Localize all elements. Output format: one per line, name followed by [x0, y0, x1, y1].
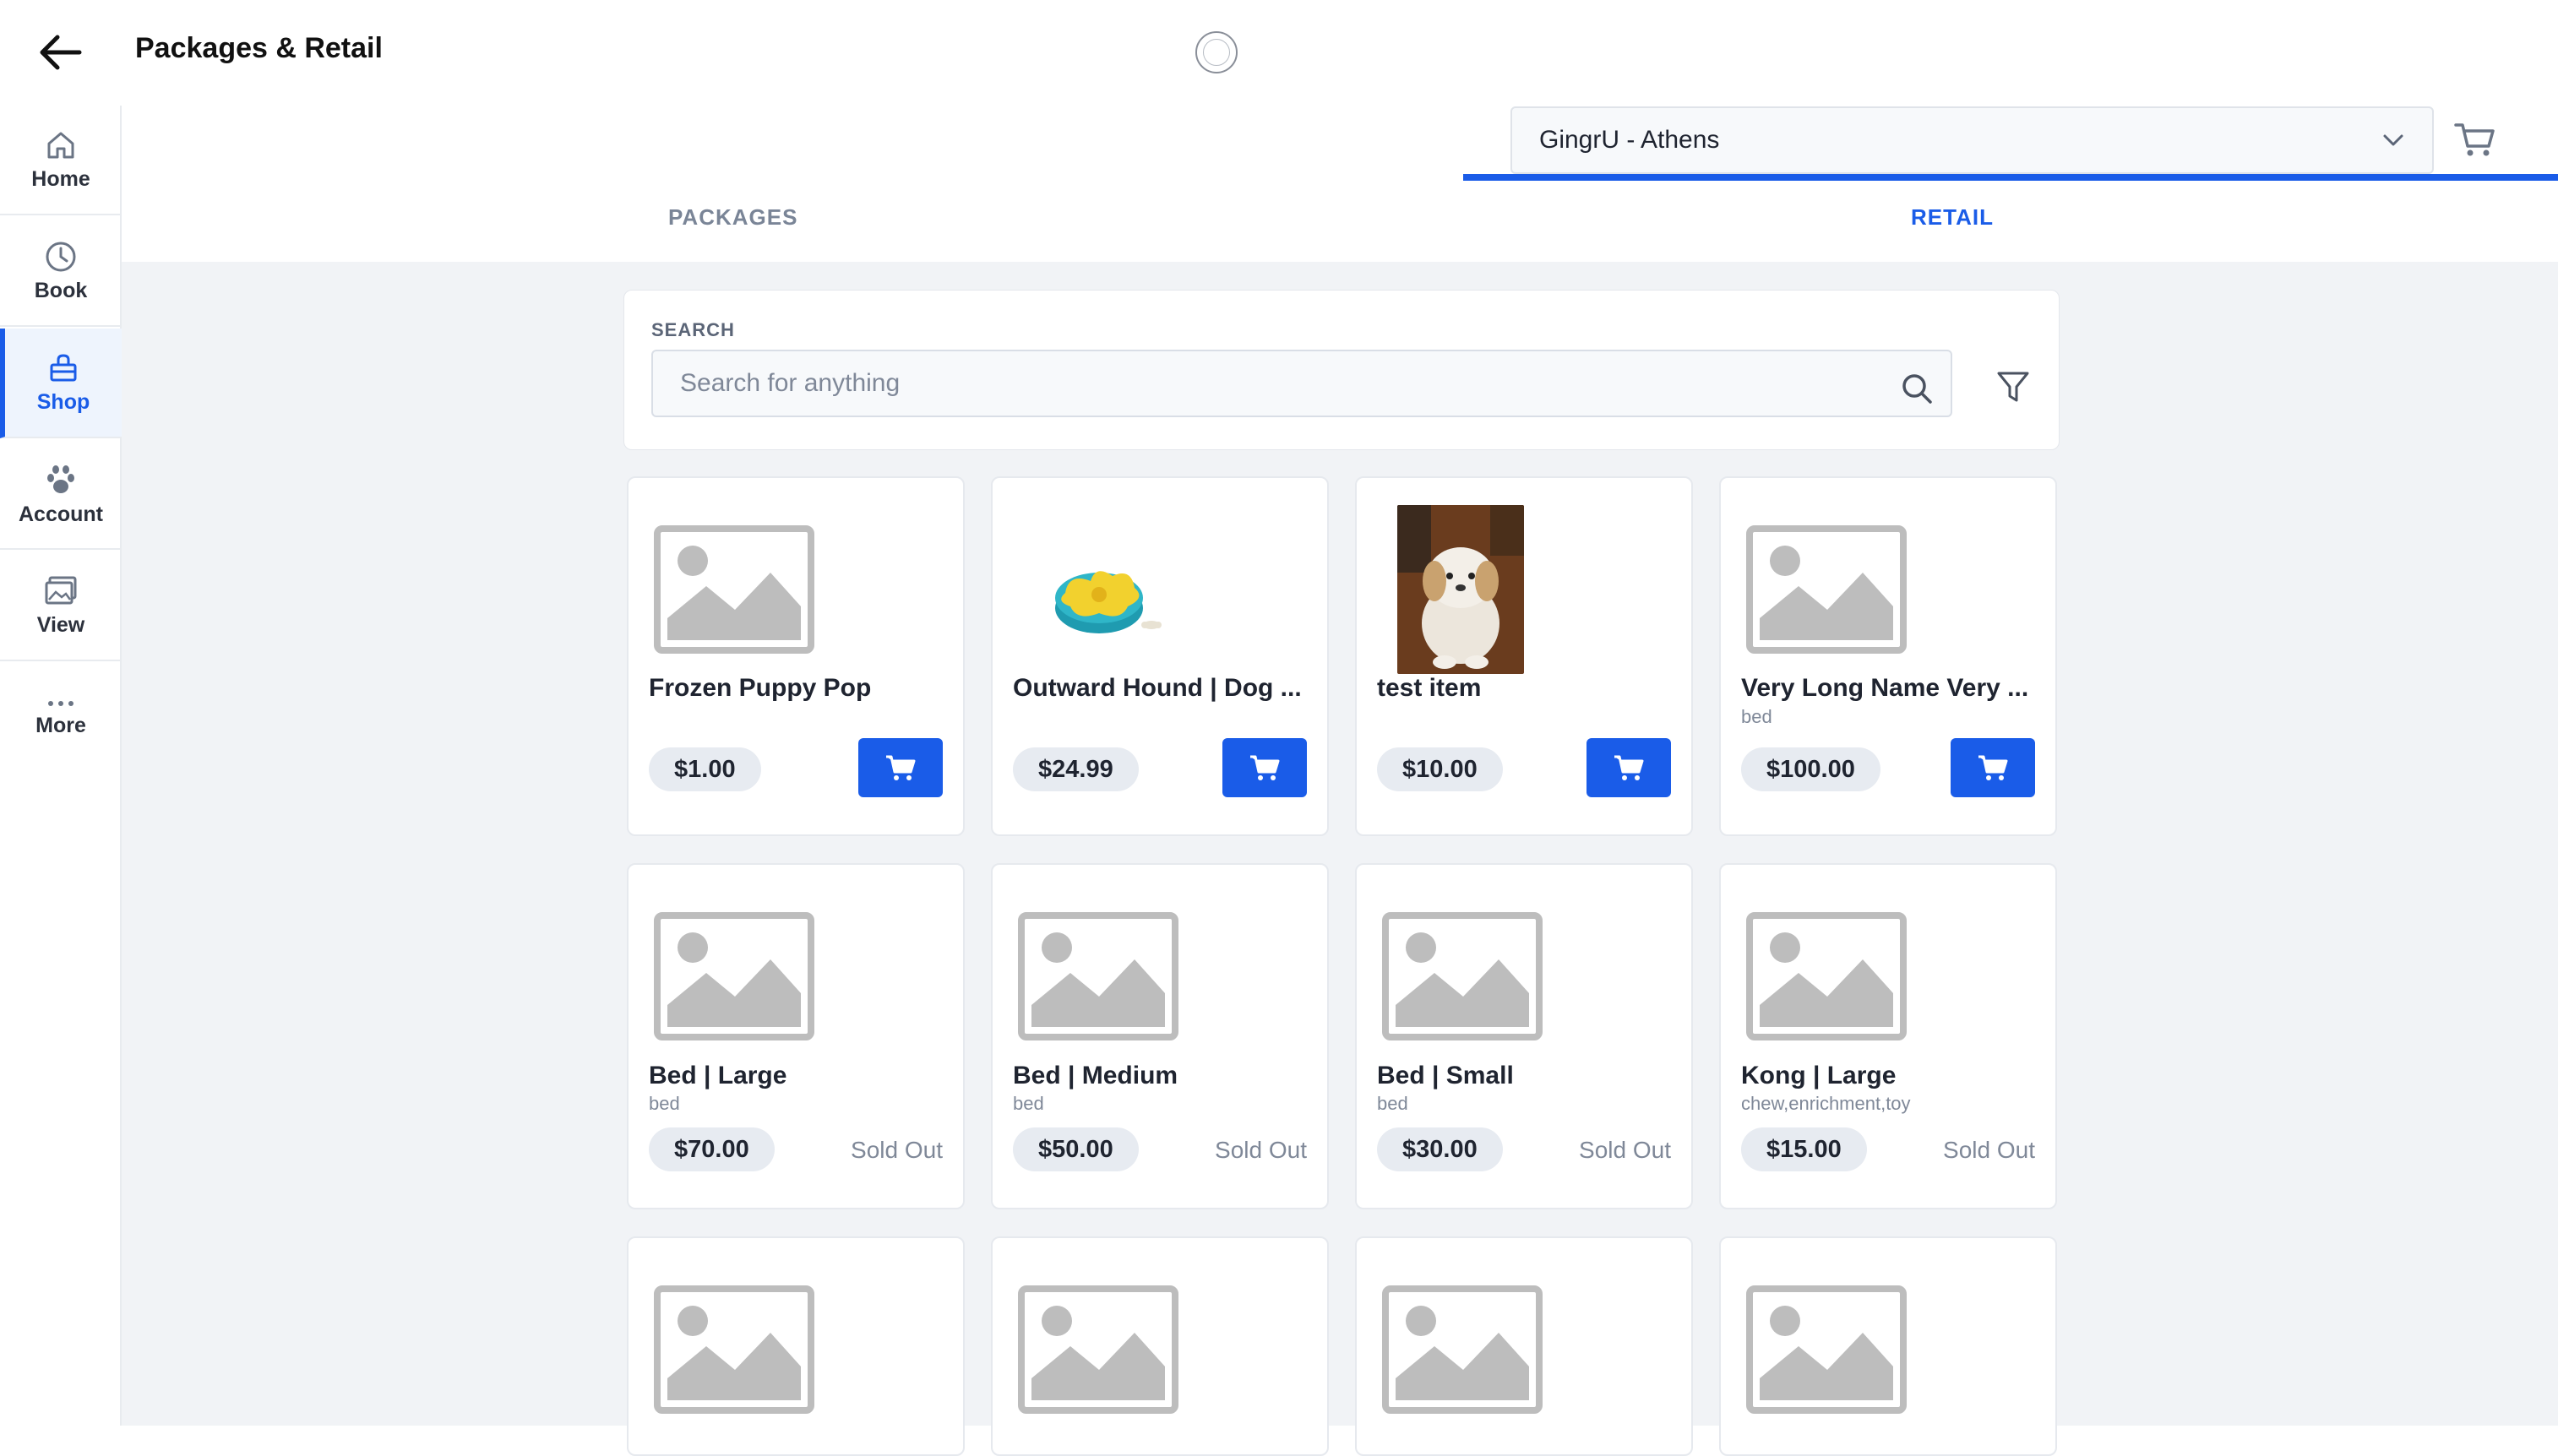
sidebar-item-label: View: [36, 612, 85, 637]
image-placeholder-icon: [1746, 912, 1907, 1040]
cart-icon: [1250, 755, 1280, 780]
product-card[interactable]: Very Long Name Very ... bed $100.00: [1719, 476, 2057, 836]
product-name: Very Long Name Very ...: [1741, 674, 2029, 702]
location-select[interactable]: GingrU - Athens: [1510, 106, 2434, 174]
sidebar-item-book[interactable]: Book: [0, 217, 122, 327]
product-card[interactable]: Bed | Small bed $30.00 Sold Out: [1355, 863, 1693, 1209]
sold-out-label: Sold Out: [1943, 1137, 2035, 1163]
sidebar-item-account[interactable]: Account: [0, 440, 122, 550]
brand-logo: [1195, 31, 1238, 73]
image-placeholder-icon: [1746, 525, 1907, 654]
top-header: Packages & Retail: [0, 0, 2558, 106]
tab-retail[interactable]: RETAIL: [1911, 204, 1994, 231]
search-input[interactable]: [651, 350, 1952, 417]
gallery-icon: [45, 576, 77, 604]
sold-out-label: Sold Out: [1579, 1137, 1671, 1163]
price-badge: $10.00: [1377, 747, 1503, 791]
image-placeholder-icon: [1018, 912, 1178, 1040]
chevron-down-icon: [2383, 134, 2403, 146]
product-card[interactable]: [991, 1236, 1329, 1456]
product-card[interactable]: [1719, 1236, 2057, 1456]
image-placeholder-icon: [654, 1285, 814, 1414]
sidebar-item-view[interactable]: View: [0, 551, 122, 661]
price-badge: $1.00: [649, 747, 761, 791]
search-icon[interactable]: [1900, 372, 1934, 405]
price-badge: $70.00: [649, 1127, 775, 1171]
add-to-cart-button[interactable]: [1222, 738, 1307, 797]
toy-image: [1055, 571, 1162, 633]
image-placeholder-icon: [1018, 1285, 1178, 1414]
product-name: Kong | Large: [1741, 1062, 1897, 1089]
product-category: bed: [649, 1093, 680, 1114]
product-card[interactable]: Bed | Large bed $70.00 Sold Out: [627, 863, 965, 1209]
add-to-cart-button[interactable]: [1587, 738, 1671, 797]
price-badge: $30.00: [1377, 1127, 1503, 1171]
product-card[interactable]: Frozen Puppy Pop $1.00: [627, 476, 965, 836]
sidebar-item-label: More: [35, 713, 86, 737]
sidebar: Home Book Shop Account View More: [0, 106, 122, 1426]
product-name: Frozen Puppy Pop: [649, 674, 872, 702]
filter-icon[interactable]: [1995, 368, 2032, 405]
tab-bar: PACKAGES RETAIL: [122, 174, 2558, 262]
sidebar-item-label: Home: [31, 166, 90, 191]
tab-packages[interactable]: PACKAGES: [668, 204, 797, 231]
location-value: GingrU - Athens: [1539, 126, 1720, 154]
active-tab-indicator: [1463, 174, 2558, 181]
product-category: bed: [1741, 706, 1772, 727]
product-card[interactable]: Outward Hound | Dog ... $24.99: [991, 476, 1329, 836]
price-badge: $15.00: [1741, 1127, 1867, 1171]
search-label: SEARCH: [651, 319, 735, 340]
sidebar-item-shop[interactable]: Shop: [0, 329, 122, 438]
product-name: Bed | Large: [649, 1062, 787, 1089]
dog-photo: [1397, 505, 1524, 674]
shop-icon: [50, 353, 77, 381]
cart-icon: [886, 755, 916, 780]
sold-out-label: Sold Out: [1215, 1137, 1307, 1163]
arrow-left-icon: [40, 35, 82, 70]
product-card[interactable]: Kong | Large chew,enrichment,toy $15.00 …: [1719, 863, 2057, 1209]
product-card[interactable]: test item $10.00: [1355, 476, 1693, 836]
sidebar-item-home[interactable]: Home: [0, 106, 122, 215]
product-name: Bed | Medium: [1013, 1062, 1178, 1089]
page-title: Packages & Retail: [135, 32, 383, 64]
image-placeholder-icon: [1382, 1285, 1543, 1414]
sidebar-item-label: Book: [34, 278, 88, 302]
image-placeholder-icon: [654, 912, 814, 1040]
price-badge: $50.00: [1013, 1127, 1139, 1171]
cart-icon: [1978, 755, 2008, 780]
add-to-cart-button[interactable]: [1951, 738, 2035, 797]
image-placeholder-icon: [1382, 912, 1543, 1040]
search-card: SEARCH: [623, 290, 2060, 450]
sidebar-item-label: Account: [19, 502, 103, 526]
product-card[interactable]: [1355, 1236, 1693, 1456]
image-placeholder-icon: [654, 525, 814, 654]
sold-out-label: Sold Out: [851, 1137, 943, 1163]
back-button[interactable]: [34, 30, 84, 74]
product-category: bed: [1377, 1093, 1408, 1114]
product-card[interactable]: [627, 1236, 965, 1456]
product-name: Outward Hound | Dog ...: [1013, 674, 1302, 702]
product-card[interactable]: Bed | Medium bed $50.00 Sold Out: [991, 863, 1329, 1209]
product-name: test item: [1377, 674, 1482, 702]
add-to-cart-button[interactable]: [858, 738, 943, 797]
price-badge: $24.99: [1013, 747, 1139, 791]
sidebar-item-more[interactable]: More: [0, 663, 122, 773]
cart-icon: [2454, 123, 2495, 156]
main-content: SEARCH Frozen Puppy Pop $1.00: [122, 262, 2558, 1456]
clock-icon: [46, 242, 76, 271]
home-icon: [47, 132, 74, 158]
price-badge: $100.00: [1741, 747, 1880, 791]
more-icon: [48, 700, 73, 706]
image-placeholder-icon: [1746, 1285, 1907, 1414]
cart-icon: [1614, 755, 1644, 780]
product-category: bed: [1013, 1093, 1044, 1114]
paw-icon: [47, 465, 74, 493]
product-name: Bed | Small: [1377, 1062, 1514, 1089]
product-category: chew,enrichment,toy: [1741, 1093, 1911, 1114]
cart-button[interactable]: [2453, 121, 2497, 160]
sidebar-item-label: Shop: [36, 389, 90, 414]
